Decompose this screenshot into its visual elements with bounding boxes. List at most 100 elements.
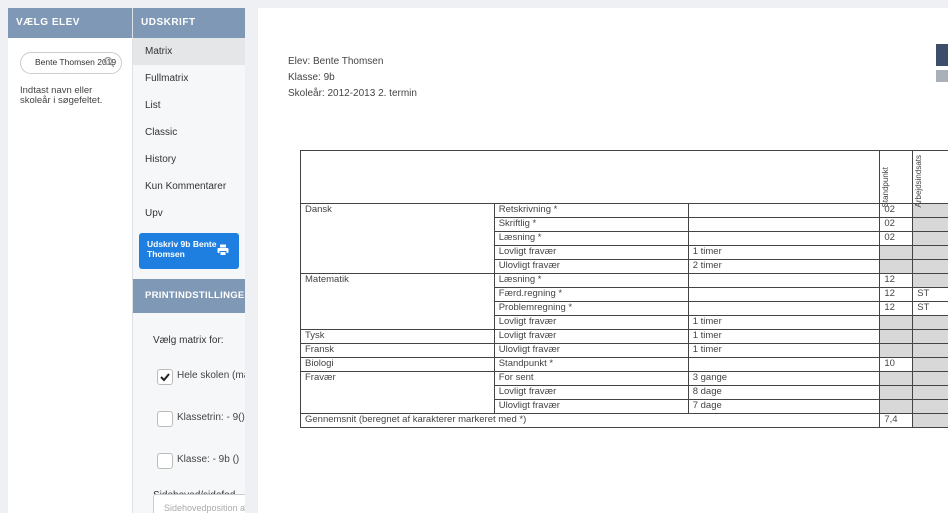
subject-cell: Dansk — [300, 203, 495, 218]
header-position-placeholder: Sidehovedposition all — [164, 503, 245, 513]
effort-cell — [912, 217, 948, 233]
absence-cell: 1 timer — [687, 329, 881, 345]
table-row: Fransk Ulovligt fravær 1 timer — [300, 343, 948, 359]
effort-cell — [912, 343, 948, 359]
standpunkt-cell: 02 — [879, 217, 914, 233]
item-cell: Færd.regning * — [493, 287, 689, 303]
effort-cell: ST — [912, 301, 948, 317]
grade-matrix-table: Standpunkt Arbejdsindsats Dansk Retskrivn… — [299, 149, 948, 429]
whole-school-label: Hele skolen (matrix — [177, 370, 245, 381]
whole-school-checkbox[interactable] — [157, 369, 173, 385]
item-cell: Retskrivning * — [493, 203, 689, 219]
absence-cell: 8 dage — [687, 385, 881, 401]
effort-cell: ST — [912, 287, 948, 303]
print-panel: UDSKRIFT Matrix Fullmatrix List Classic … — [132, 8, 245, 513]
student-name: Elev: Bente Thomsen — [288, 56, 384, 67]
standpunkt-cell: 02 — [879, 231, 914, 247]
header-position-select[interactable]: Sidehovedposition all ▼ — [153, 494, 245, 513]
menu-item-list[interactable]: List — [133, 92, 245, 119]
class-checkbox[interactable] — [157, 453, 173, 469]
table-header-row: Standpunkt Arbejdsindsats — [299, 149, 948, 207]
standpunkt-cell — [879, 245, 914, 261]
item-cell: Læsning * — [493, 273, 689, 289]
average-row: Gennemsnit (beregnet af karakterer marke… — [299, 413, 948, 429]
standpunkt-cell: 10 — [879, 357, 914, 373]
menu-item-kun-kommentarer[interactable]: Kun Kommentarer — [133, 173, 245, 200]
checkmark-icon — [160, 373, 170, 382]
standpunkt-cell — [879, 385, 914, 401]
grade-level-checkbox[interactable] — [157, 411, 173, 427]
class-label: Klasse: - 9b () — [177, 454, 240, 465]
report-preview: Elev: Bente Thomsen Klasse: 9b Skoleår: … — [258, 8, 948, 513]
absence-cell — [687, 273, 881, 289]
menu-item-matrix[interactable]: Matrix — [133, 38, 245, 65]
item-cell: Læsning * — [493, 231, 689, 247]
effort-cell — [912, 371, 948, 387]
table-row: Lovligt fravær 1 timer — [300, 245, 948, 261]
arbejdsindsats-header: Arbejdsindsats — [912, 149, 948, 207]
subject-cell — [300, 231, 495, 246]
subject-cell: Fransk — [300, 343, 495, 359]
table-row: Ulovligt fravær 2 timer — [300, 259, 948, 275]
effort-cell — [912, 245, 948, 261]
table-row: Færd.regning * 12 ST — [300, 287, 948, 303]
class-name: Klasse: 9b — [288, 72, 335, 83]
effort-cell — [912, 385, 948, 401]
print-button[interactable]: Udskriv 9b Bente Thomsen — [139, 233, 239, 269]
table-row: Læsning * 02 — [300, 231, 948, 247]
subject-cell — [300, 315, 495, 331]
table-row: Matematik Læsning * 12 — [300, 273, 948, 289]
chevron-down-icon: ▼ — [243, 504, 245, 511]
item-cell: Problemregning * — [493, 301, 689, 317]
print-panel-title: UDSKRIFT — [133, 8, 245, 38]
search-icon[interactable] — [103, 56, 115, 68]
absence-cell: 1 timer — [687, 245, 881, 261]
subject-cell — [300, 287, 495, 302]
absence-cell: 7 dage — [687, 399, 881, 415]
effort-cell — [912, 329, 948, 345]
subject-cell: Matematik — [300, 273, 495, 288]
item-cell: Standpunkt * — [493, 357, 689, 373]
item-cell: Ulovligt fravær — [493, 399, 689, 415]
option-class[interactable]: Klasse: - 9b () — [133, 450, 245, 472]
subject-cell — [300, 301, 495, 316]
absence-cell — [687, 301, 881, 317]
item-cell: Lovligt fravær — [493, 245, 689, 261]
effort-cell — [912, 399, 948, 415]
item-cell: Lovligt fravær — [493, 329, 689, 345]
average-value: 7,4 — [879, 413, 914, 429]
absence-cell — [687, 357, 881, 373]
item-cell: Ulovligt fravær — [493, 343, 689, 359]
subject-cell — [300, 217, 495, 232]
menu-item-history[interactable]: History — [133, 146, 245, 173]
standpunkt-cell: 12 — [879, 287, 914, 303]
menu-item-fullmatrix[interactable]: Fullmatrix — [133, 65, 245, 92]
student-search-input[interactable]: Bente Thomsen 2019 — [20, 52, 122, 74]
table-row: Skriftlig * 02 — [300, 217, 948, 233]
select-student-title: VÆLG ELEV — [8, 8, 132, 38]
grade-level-label: Klassetrin: - 9() — [177, 412, 245, 423]
printer-icon — [217, 244, 229, 256]
standpunkt-header: Standpunkt — [879, 149, 914, 207]
table-row: Lovligt fravær 1 timer — [300, 315, 948, 331]
table-row: Fravær For sent 3 gange — [300, 371, 948, 387]
standpunkt-cell — [879, 329, 914, 345]
option-whole-school[interactable]: Hele skolen (matrix — [133, 366, 245, 388]
item-cell: For sent — [493, 371, 689, 387]
absence-cell: 1 timer — [687, 343, 881, 359]
matrix-scope-label: Vælg matrix for: — [153, 335, 224, 346]
item-cell: Skriftlig * — [493, 217, 689, 233]
menu-item-upv[interactable]: Upv — [133, 200, 245, 227]
table-row: Ulovligt fravær 7 dage — [300, 399, 948, 415]
item-cell: Lovligt fravær — [493, 385, 689, 401]
standpunkt-cell — [879, 343, 914, 359]
table-row: Biologi Standpunkt * 10 — [300, 357, 948, 373]
print-button-label: Udskriv 9b Bente Thomsen — [147, 239, 217, 259]
search-hint: Indtast navn eller skoleår i søgefeltet. — [20, 85, 103, 106]
menu-item-classic[interactable]: Classic — [133, 119, 245, 146]
subject-cell — [300, 245, 495, 260]
table-row: Problemregning * 12 ST — [300, 301, 948, 317]
effort-cell — [912, 273, 948, 289]
absence-cell — [687, 231, 881, 247]
option-grade-level[interactable]: Klassetrin: - 9() — [133, 408, 245, 430]
